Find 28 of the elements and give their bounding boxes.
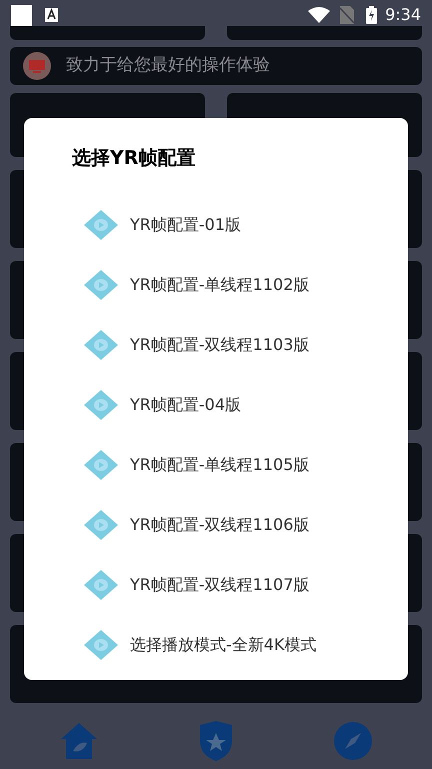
- config-option[interactable]: YR帧配置-01版: [24, 194, 408, 254]
- play-diamond-icon: [84, 510, 118, 540]
- play-diamond-icon: [84, 330, 118, 360]
- config-option[interactable]: YR帧配置-单线程1105版: [24, 434, 408, 494]
- battery-charging-icon: [366, 6, 378, 24]
- config-option[interactable]: YR帧配置-单线程1102版: [24, 254, 408, 314]
- monitor-code-icon: [23, 52, 51, 80]
- play-diamond-icon: [84, 390, 118, 420]
- play-diamond-icon: [84, 630, 118, 660]
- config-option[interactable]: YR帧配置-双线程1103版: [24, 314, 408, 374]
- play-diamond-icon: [84, 450, 118, 480]
- config-option[interactable]: YR帧配置-双线程1107版: [24, 554, 408, 614]
- play-diamond-icon: [84, 570, 118, 600]
- play-diamond-icon: [84, 270, 118, 300]
- play-diamond-icon: [84, 210, 118, 240]
- wifi-icon: [308, 7, 330, 23]
- config-option[interactable]: YR帧配置-双线程1106版: [24, 494, 408, 554]
- menu-card[interactable]: [10, 26, 205, 40]
- app-notification-icon: [45, 8, 58, 22]
- compass-icon[interactable]: [333, 721, 374, 761]
- menu-card[interactable]: [227, 26, 422, 40]
- status-time: 9:34: [385, 4, 421, 26]
- config-option[interactable]: 选择播放模式-全新4K模式: [24, 614, 408, 674]
- no-sim-icon: [340, 6, 354, 24]
- dialog-title: 选择YR帧配置: [72, 146, 196, 171]
- banner-text: 致力于给您最好的操作体验: [66, 54, 270, 78]
- notification-square-icon: [11, 4, 32, 26]
- config-option[interactable]: YR帧配置-04版: [24, 374, 408, 434]
